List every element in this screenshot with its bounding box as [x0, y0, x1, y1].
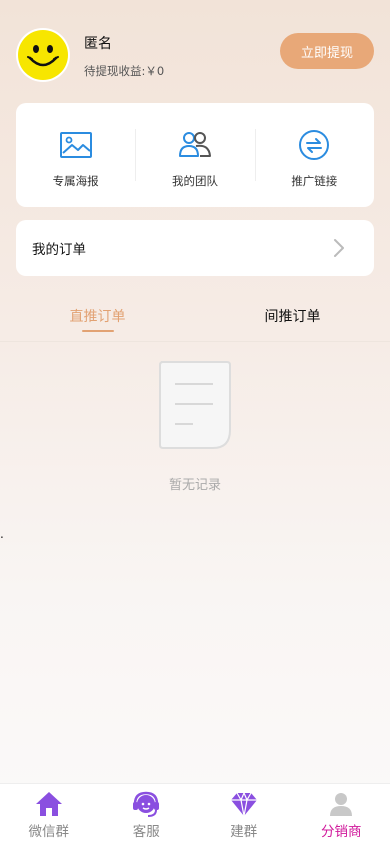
- order-tabs: 直推订单 间推订单: [0, 298, 390, 342]
- nav-label: 建群: [230, 824, 258, 840]
- nav-wechat-group[interactable]: 微信群: [0, 784, 98, 842]
- user-name: 匿名: [84, 36, 112, 52]
- tool-share-link[interactable]: 推广链接: [254, 103, 374, 207]
- user-icon: [330, 793, 353, 816]
- bottom-nav: 微信群 客服 建群 分销商: [0, 783, 390, 842]
- share-link-icon: [299, 130, 330, 160]
- tab-indirect-orders[interactable]: 间推订单: [195, 298, 390, 341]
- nav-label: 分销商: [321, 824, 362, 840]
- nav-label: 客服: [132, 824, 160, 840]
- empty-text: 暂无记录: [168, 478, 221, 493]
- tab-direct-orders[interactable]: 直推订单: [0, 298, 195, 341]
- pending-earnings: 待提现收益:￥0: [84, 64, 165, 78]
- tool-label: 专属海报: [52, 174, 99, 188]
- team-icon: [178, 132, 211, 157]
- my-orders-label: 我的订单: [32, 242, 86, 258]
- tool-team[interactable]: 我的团队: [135, 103, 254, 207]
- smiley-avatar-icon: [18, 30, 68, 80]
- nav-build-group[interactable]: 建群: [195, 784, 293, 842]
- diamond-icon: [230, 791, 257, 817]
- tool-poster[interactable]: 专属海报: [16, 103, 135, 207]
- tool-label: 推广链接: [291, 174, 338, 188]
- stray-dot: .: [0, 527, 4, 541]
- tools-card: 专属海报 我的团队 推广链接: [16, 103, 374, 207]
- withdraw-button[interactable]: 立即提现: [280, 33, 374, 69]
- nav-label: 微信群: [28, 824, 70, 840]
- image-icon: [59, 132, 92, 158]
- tool-label: 我的团队: [171, 174, 218, 188]
- profile-header: 匿名 待提现收益:￥0 立即提现: [16, 28, 374, 84]
- nav-customer-service[interactable]: 客服: [98, 784, 196, 842]
- my-orders-row[interactable]: 我的订单: [16, 220, 374, 276]
- headset-icon: [133, 791, 160, 817]
- avatar[interactable]: [16, 28, 70, 82]
- empty-document-icon: [159, 361, 231, 449]
- chevron-right-icon: [334, 239, 344, 257]
- empty-state: 暂无记录: [0, 360, 390, 493]
- home-icon: [35, 792, 62, 816]
- nav-distributor[interactable]: 分销商: [293, 784, 390, 842]
